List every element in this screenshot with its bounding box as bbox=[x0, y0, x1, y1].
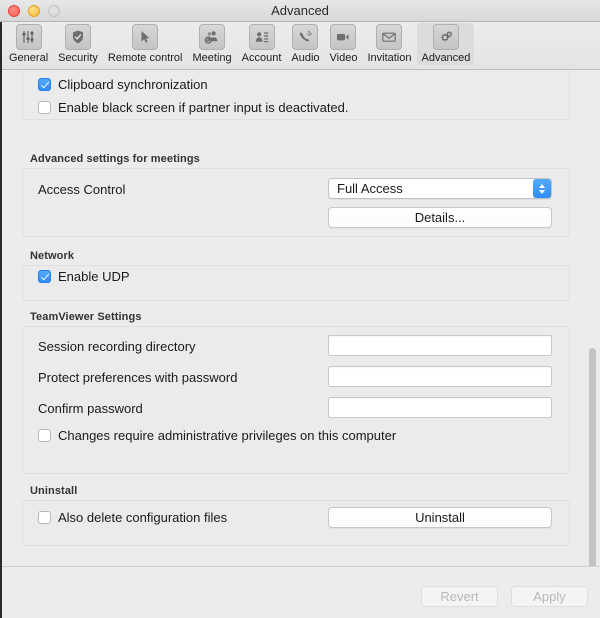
chevron-updown-icon[interactable] bbox=[533, 179, 551, 198]
sliders-icon bbox=[15, 24, 42, 50]
confirm-password-label: Confirm password bbox=[38, 401, 143, 416]
tab-invitation[interactable]: Invitation bbox=[363, 23, 415, 65]
tab-account-label: Account bbox=[241, 52, 282, 64]
window-left-edge bbox=[0, 22, 2, 618]
meetings-section-title: Advanced settings for meetings bbox=[30, 153, 200, 165]
envelope-icon bbox=[376, 24, 403, 50]
delete-config-label: Also delete configuration files bbox=[58, 510, 228, 525]
tab-meeting-label: Meeting bbox=[192, 52, 232, 64]
tab-remote-control[interactable]: Remote control bbox=[104, 23, 187, 65]
shield-check-icon bbox=[65, 24, 92, 50]
enable-udp-label: Enable UDP bbox=[58, 269, 130, 284]
tab-invitation-label: Invitation bbox=[367, 52, 412, 64]
tab-meeting[interactable]: Meeting bbox=[188, 23, 235, 65]
preferences-toolbar: General Security Remote control Meeting … bbox=[0, 22, 600, 70]
delete-config-row[interactable]: Also delete configuration files bbox=[38, 510, 227, 525]
access-control-label: Access Control bbox=[38, 182, 126, 197]
teamviewer-section-title: TeamViewer Settings bbox=[30, 311, 142, 323]
cursor-arrow-icon bbox=[132, 24, 159, 50]
admin-privileges-checkbox[interactable] bbox=[38, 429, 51, 442]
enable-udp-checkbox[interactable] bbox=[38, 270, 51, 283]
preferences-content: Clipboard synchronization Enable black s… bbox=[0, 70, 600, 567]
tab-security[interactable]: Security bbox=[54, 23, 102, 65]
window-titlebar: Advanced bbox=[0, 0, 600, 22]
black-screen-label: Enable black screen if partner input is … bbox=[58, 100, 349, 115]
tab-advanced[interactable]: Advanced bbox=[417, 23, 475, 65]
tab-audio-label: Audio bbox=[291, 52, 320, 64]
people-group-icon bbox=[199, 24, 226, 50]
apply-button[interactable]: Apply bbox=[511, 586, 588, 607]
phone-handset-icon bbox=[292, 24, 319, 50]
admin-privileges-row[interactable]: Changes require administrative privilege… bbox=[38, 428, 396, 443]
tab-video-label: Video bbox=[329, 52, 358, 64]
session-recording-input[interactable] bbox=[328, 335, 552, 356]
vertical-scrollbar[interactable] bbox=[588, 72, 597, 566]
network-section-title: Network bbox=[30, 250, 75, 262]
window-title: Advanced bbox=[271, 3, 329, 18]
access-control-value: Full Access bbox=[337, 181, 403, 196]
tab-security-label: Security bbox=[58, 52, 98, 64]
uninstall-section-title: Uninstall bbox=[30, 485, 78, 497]
enable-udp-row[interactable]: Enable UDP bbox=[38, 269, 130, 284]
session-recording-label: Session recording directory bbox=[38, 339, 196, 354]
protect-preferences-label: Protect preferences with password bbox=[38, 370, 238, 385]
tab-remote-control-label: Remote control bbox=[107, 52, 183, 64]
scroll-viewport: Clipboard synchronization Enable black s… bbox=[0, 70, 600, 566]
clipboard-sync-row[interactable]: Clipboard synchronization bbox=[38, 77, 208, 92]
scrollbar-thumb[interactable] bbox=[589, 348, 596, 566]
video-camera-icon bbox=[330, 24, 357, 50]
tab-audio[interactable]: Audio bbox=[287, 23, 323, 65]
revert-button[interactable]: Revert bbox=[421, 586, 498, 607]
tab-account[interactable]: Account bbox=[238, 23, 286, 65]
clipboard-sync-label: Clipboard synchronization bbox=[58, 77, 208, 92]
delete-config-checkbox[interactable] bbox=[38, 511, 51, 524]
uninstall-button[interactable]: Uninstall bbox=[328, 507, 552, 528]
tab-video[interactable]: Video bbox=[326, 23, 362, 65]
clipboard-sync-checkbox[interactable] bbox=[38, 78, 51, 91]
gears-icon bbox=[432, 24, 459, 50]
black-screen-checkbox[interactable] bbox=[38, 101, 51, 114]
tab-general-label: General bbox=[9, 52, 49, 64]
details-button[interactable]: Details... bbox=[328, 207, 552, 228]
tab-advanced-label: Advanced bbox=[421, 52, 471, 64]
preferences-window: Advanced General Security Remote control… bbox=[0, 0, 600, 618]
admin-privileges-label: Changes require administrative privilege… bbox=[58, 428, 397, 443]
contact-card-icon bbox=[248, 24, 275, 50]
tab-general[interactable]: General bbox=[5, 23, 52, 65]
confirm-password-input[interactable] bbox=[328, 397, 552, 418]
protect-preferences-input[interactable] bbox=[328, 366, 552, 387]
black-screen-row[interactable]: Enable black screen if partner input is … bbox=[38, 100, 349, 115]
access-control-popup[interactable]: Full Access bbox=[328, 178, 552, 199]
preferences-footer: Revert Apply bbox=[0, 567, 600, 617]
